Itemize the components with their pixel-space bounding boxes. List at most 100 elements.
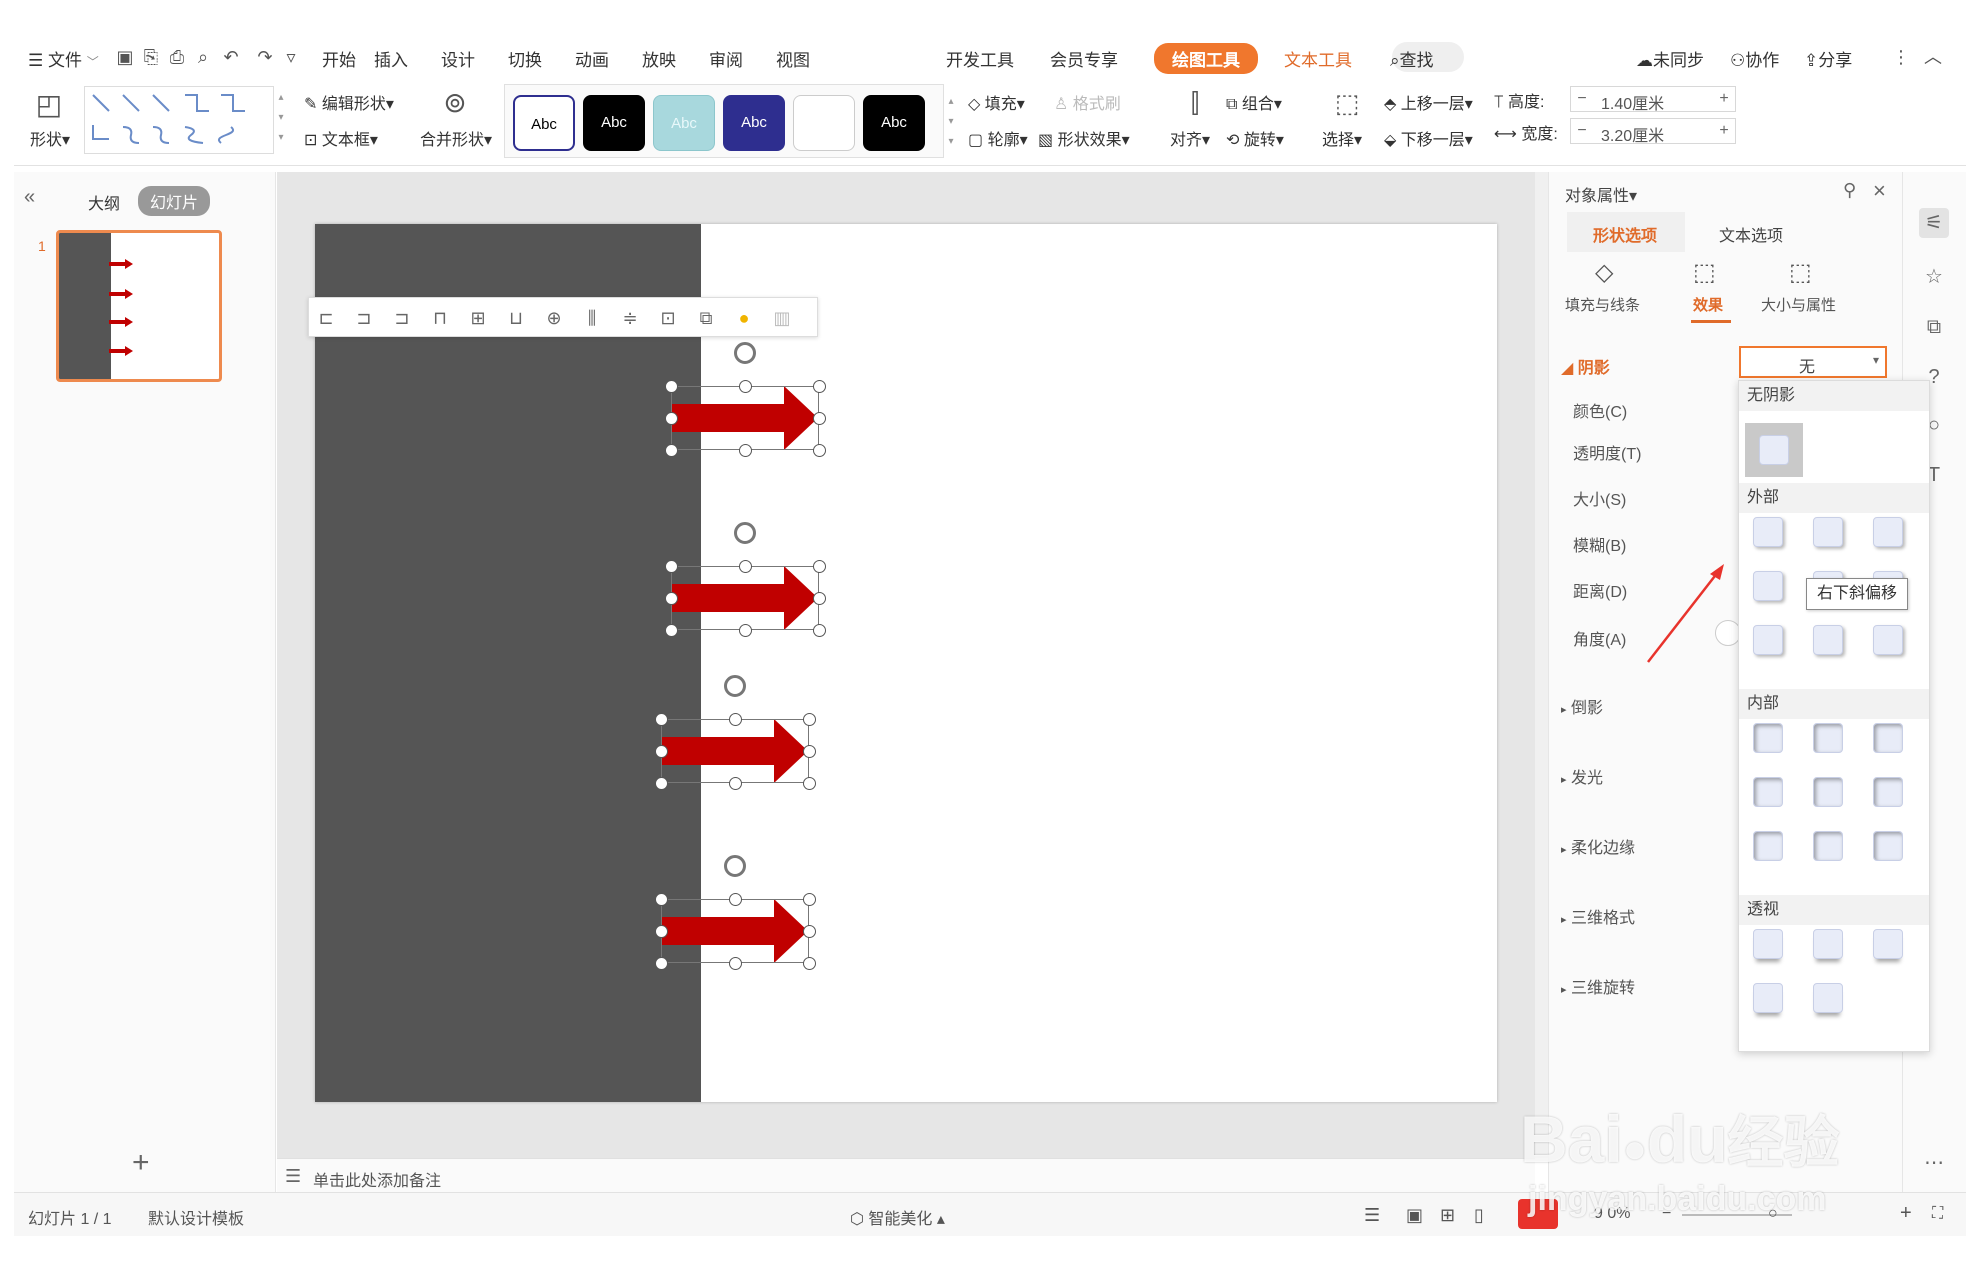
smart-beautify-button[interactable]: ⬡ 智能美化 ▴ (850, 1205, 945, 1229)
resize-handle[interactable] (729, 713, 742, 726)
perspective-shadow-preset[interactable] (1753, 983, 1783, 1013)
notes-toggle-icon[interactable]: ☰ (1364, 1205, 1380, 1226)
resize-handle[interactable] (729, 777, 742, 790)
resize-handle[interactable] (803, 713, 816, 726)
zoom-in-icon[interactable]: + (1900, 1202, 1912, 1225)
perspective-shadow-preset[interactable] (1813, 929, 1843, 959)
resize-handle[interactable] (739, 444, 752, 457)
section-shadow[interactable]: ◢ 阴影 (1561, 354, 1610, 378)
section-soft-edges[interactable]: ▸ 柔化边缘 (1561, 834, 1635, 858)
tab-shape-options[interactable]: 形状选项 (1593, 222, 1657, 246)
align-center-icon[interactable]: ⊐ (353, 307, 375, 329)
no-shadow-option[interactable] (1745, 423, 1803, 477)
inner-shadow-preset[interactable] (1753, 831, 1783, 861)
align-bottom-icon[interactable]: ⊔ (505, 307, 527, 329)
resize-handle[interactable] (665, 592, 678, 605)
section-reflection[interactable]: ▸ 倒影 (1561, 694, 1603, 718)
transform-icon[interactable]: ⧉ (1919, 312, 1949, 342)
inner-shadow-preset[interactable] (1753, 723, 1783, 753)
perspective-shadow-preset[interactable] (1813, 983, 1843, 1013)
resize-handle[interactable] (665, 560, 678, 573)
inner-shadow-preset[interactable] (1873, 777, 1903, 807)
resize-handle[interactable] (739, 560, 752, 573)
resize-handle[interactable] (813, 412, 826, 425)
rotate-handle-icon[interactable] (724, 675, 746, 697)
inner-shadow-preset[interactable] (1873, 831, 1903, 861)
inner-shadow-preset[interactable] (1813, 723, 1843, 753)
section-glow[interactable]: ▸ 发光 (1561, 764, 1603, 788)
resize-handle[interactable] (813, 560, 826, 573)
outer-shadow-preset[interactable] (1813, 517, 1843, 547)
resize-handle[interactable] (655, 925, 668, 938)
outer-shadow-preset[interactable] (1813, 625, 1843, 655)
lightbulb-icon[interactable]: ● (733, 307, 755, 329)
outer-shadow-preset[interactable] (1753, 517, 1783, 547)
tab-text-options[interactable]: 文本选项 (1719, 222, 1783, 246)
resize-handle[interactable] (803, 893, 816, 906)
close-icon[interactable]: × (1873, 178, 1886, 204)
rotate-handle-icon[interactable] (734, 342, 756, 364)
perspective-shadow-preset[interactable] (1753, 929, 1783, 959)
inner-shadow-preset[interactable] (1813, 777, 1843, 807)
fit-window-icon[interactable]: ⛶ (1932, 1205, 1943, 1223)
shadow-preset-select[interactable]: 无 ▾ (1739, 346, 1887, 378)
perspective-shadow-preset[interactable] (1873, 929, 1903, 959)
inner-shadow-preset[interactable] (1813, 831, 1843, 861)
resize-handle[interactable] (655, 745, 668, 758)
vertical-scrollbar[interactable] (1535, 172, 1548, 1158)
section-3d-format[interactable]: ▸ 三维格式 (1561, 904, 1635, 928)
resize-handle[interactable] (803, 745, 816, 758)
more-options-icon[interactable]: ⋯ (1919, 1148, 1949, 1178)
resize-handle[interactable] (665, 444, 678, 457)
align-right-icon[interactable]: ⊐ (391, 307, 413, 329)
sub-effects[interactable]: 效果 (1693, 294, 1723, 315)
crop-icon[interactable]: ⊡ (657, 307, 679, 329)
sub-size-props[interactable]: 大小与属性 (1761, 294, 1836, 315)
resize-handle[interactable] (655, 893, 668, 906)
align-middle-icon[interactable]: ⊞ (467, 307, 489, 329)
resize-handle[interactable] (655, 713, 668, 726)
resize-handle[interactable] (813, 444, 826, 457)
reading-view-icon[interactable]: ▯ (1474, 1205, 1484, 1226)
pin-icon[interactable]: ⚲ (1843, 180, 1856, 201)
sub-fill-line[interactable]: 填充与线条 (1565, 294, 1640, 315)
align-top-icon[interactable]: ⊓ (429, 307, 451, 329)
notes-bar[interactable]: ☰ 单击此处添加备注 (277, 1158, 1535, 1192)
outer-shadow-preset[interactable] (1753, 571, 1783, 601)
rotate-handle-icon[interactable] (724, 855, 746, 877)
resize-handle[interactable] (739, 624, 752, 637)
distribute-horizontal-icon[interactable]: ⫼ (581, 307, 603, 329)
properties-icon[interactable]: ⚟ (1919, 208, 1949, 238)
template-name[interactable]: 默认设计模板 (148, 1205, 244, 1229)
grid-view-icon[interactable]: ⊞ (1440, 1205, 1455, 1226)
outer-shadow-preset[interactable] (1753, 625, 1783, 655)
resize-handle[interactable] (803, 777, 816, 790)
star-icon[interactable]: ☆ (1919, 262, 1949, 292)
outer-shadow-preset[interactable] (1873, 625, 1903, 655)
resize-handle[interactable] (739, 380, 752, 393)
inner-shadow-preset[interactable] (1873, 723, 1903, 753)
distribute-vertical-icon[interactable]: ≑ (619, 307, 641, 329)
resize-handle[interactable] (665, 380, 678, 393)
group-objects-icon[interactable]: ⧉ (695, 307, 717, 329)
resize-handle[interactable] (803, 957, 816, 970)
distribute-icon[interactable]: ⊕ (543, 307, 565, 329)
resize-handle[interactable] (655, 957, 668, 970)
normal-view-icon[interactable]: ▣ (1406, 1205, 1423, 1226)
resize-handle[interactable] (729, 957, 742, 970)
more-layout-icon[interactable]: ▥ (771, 307, 793, 329)
section-3d-rotation[interactable]: ▸ 三维旋转 (1561, 974, 1635, 998)
resize-handle[interactable] (813, 592, 826, 605)
rotate-handle-icon[interactable] (734, 522, 756, 544)
resize-handle[interactable] (665, 412, 678, 425)
resize-handle[interactable] (729, 893, 742, 906)
panel-title[interactable]: 对象属性▾ (1565, 182, 1637, 206)
align-left-icon[interactable]: ⊏ (315, 307, 337, 329)
resize-handle[interactable] (665, 624, 678, 637)
resize-handle[interactable] (813, 624, 826, 637)
resize-handle[interactable] (803, 925, 816, 938)
resize-handle[interactable] (655, 777, 668, 790)
inner-shadow-preset[interactable] (1753, 777, 1783, 807)
resize-handle[interactable] (813, 380, 826, 393)
outer-shadow-preset[interactable] (1873, 517, 1903, 547)
